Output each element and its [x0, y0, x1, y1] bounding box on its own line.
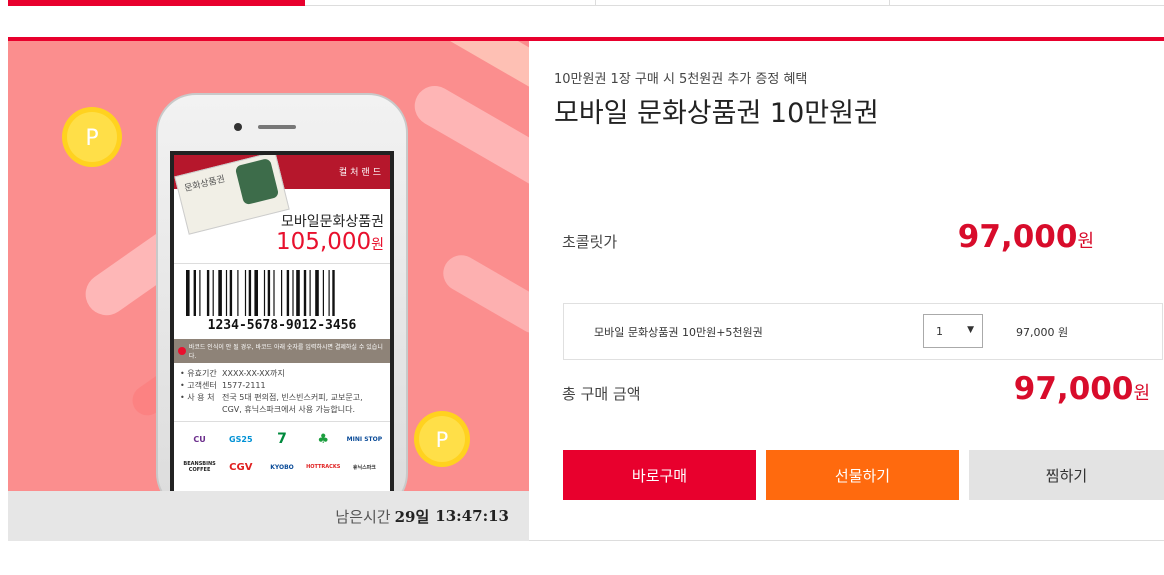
ticket-brand: 컬처랜드: [338, 168, 384, 178]
hottracks-logo: HOTTRACKS: [306, 464, 341, 470]
beansbins-logo: BEANSBINS COFFEE: [183, 461, 216, 473]
option-price: 97,000 원: [1016, 326, 1069, 339]
voucher-ticket: 컬처랜드 문화상품권 모바일문화상품권 105,000원: [174, 155, 390, 263]
timer-time: 13:47:13: [435, 507, 509, 525]
voucher-text: 문화상품권: [183, 174, 227, 195]
ticket-name: 모바일문화상품권: [280, 214, 384, 230]
tab-1[interactable]: [8, 0, 305, 6]
tab-3[interactable]: [596, 0, 890, 6]
total-price: 97,000원: [1013, 371, 1150, 407]
phone-mockup: 컬처랜드 문화상품권 모바일문화상품권 105,000원 1234-5678-9…: [156, 93, 408, 515]
tab-4[interactable]: [890, 0, 1164, 6]
timer-days: 29일: [394, 507, 430, 526]
total-label: 총 구매 금액: [562, 385, 641, 403]
price-label: 초콜릿가: [562, 233, 618, 251]
seven-eleven-logo: 7: [277, 431, 287, 447]
tab-strip: [8, 0, 1164, 8]
speaker-icon: [258, 125, 296, 129]
quantity-select[interactable]: 1 ▼: [923, 314, 983, 348]
barcode-notice: 바코드 인식이 안 될 경우, 바코드 아래 숫자를 입력하시면 결제하실 수 …: [174, 339, 390, 363]
svg-text:P: P: [85, 126, 98, 151]
product-detail: P P 컬처랜드 문화상품권 모바일문화상품권 105,000원 1234-56…: [8, 37, 1164, 541]
alert-icon: [178, 347, 186, 355]
product-price: 97,000원: [957, 219, 1094, 255]
ticket-price: 105,000원: [275, 229, 384, 255]
tab-2[interactable]: [305, 0, 596, 6]
camera-icon: [234, 123, 242, 131]
timer-label: 남은시간: [335, 507, 391, 526]
selected-option: 모바일 문화상품권 10만원+5천원권 1 ▼ 97,000 원: [563, 303, 1163, 360]
ticket-info: • 유효기간 XXXX-XX-XX까지 • 고객센터 1577-2111 • 사 용…: [180, 369, 363, 414]
coin-icon: P: [414, 411, 470, 467]
remaining-time: 남은시간 29일 13:47:13: [8, 491, 529, 541]
ministop-logo: MINI STOP: [346, 435, 383, 443]
partner-logos: CU GS25 7 ♣ MINI STOP BEANSBINS COFFEE C…: [174, 421, 390, 480]
cu-logo: CU: [193, 434, 206, 444]
phoenix-park-logo: 휴닉스파크: [352, 464, 376, 471]
barcode-number: 1234-5678-9012-3456: [207, 318, 357, 333]
kyobo-logo: KYOBO: [270, 463, 294, 471]
coin-icon: P: [62, 107, 122, 167]
option-name: 모바일 문화상품권 10만원+5천원권: [594, 326, 763, 339]
phone-screen: 컬처랜드 문화상품권 모바일문화상품권 105,000원 1234-5678-9…: [170, 151, 394, 515]
barcode-area: 1234-5678-9012-3456: [174, 263, 390, 339]
cgv-logo: CGV: [229, 461, 253, 473]
barcode-icon: [186, 270, 335, 316]
svg-text:P: P: [436, 428, 449, 452]
buy-now-button[interactable]: 바로구매: [563, 450, 756, 500]
chevron-down-icon: ▼: [967, 325, 974, 335]
voucher-stamp: [234, 157, 280, 206]
gs25-logo: GS25: [229, 434, 253, 444]
product-subtitle: 10만원권 1장 구매 시 5천원권 추가 증정 혜택: [554, 72, 808, 87]
gift-button[interactable]: 선물하기: [766, 450, 959, 500]
product-image: P P 컬처랜드 문화상품권 모바일문화상품권 105,000원 1234-56…: [8, 41, 529, 541]
product-title: 모바일 문화상품권 10만원권: [554, 98, 879, 129]
emart24-logo: ♣: [317, 431, 330, 447]
wishlist-button[interactable]: 찜하기: [969, 450, 1164, 500]
